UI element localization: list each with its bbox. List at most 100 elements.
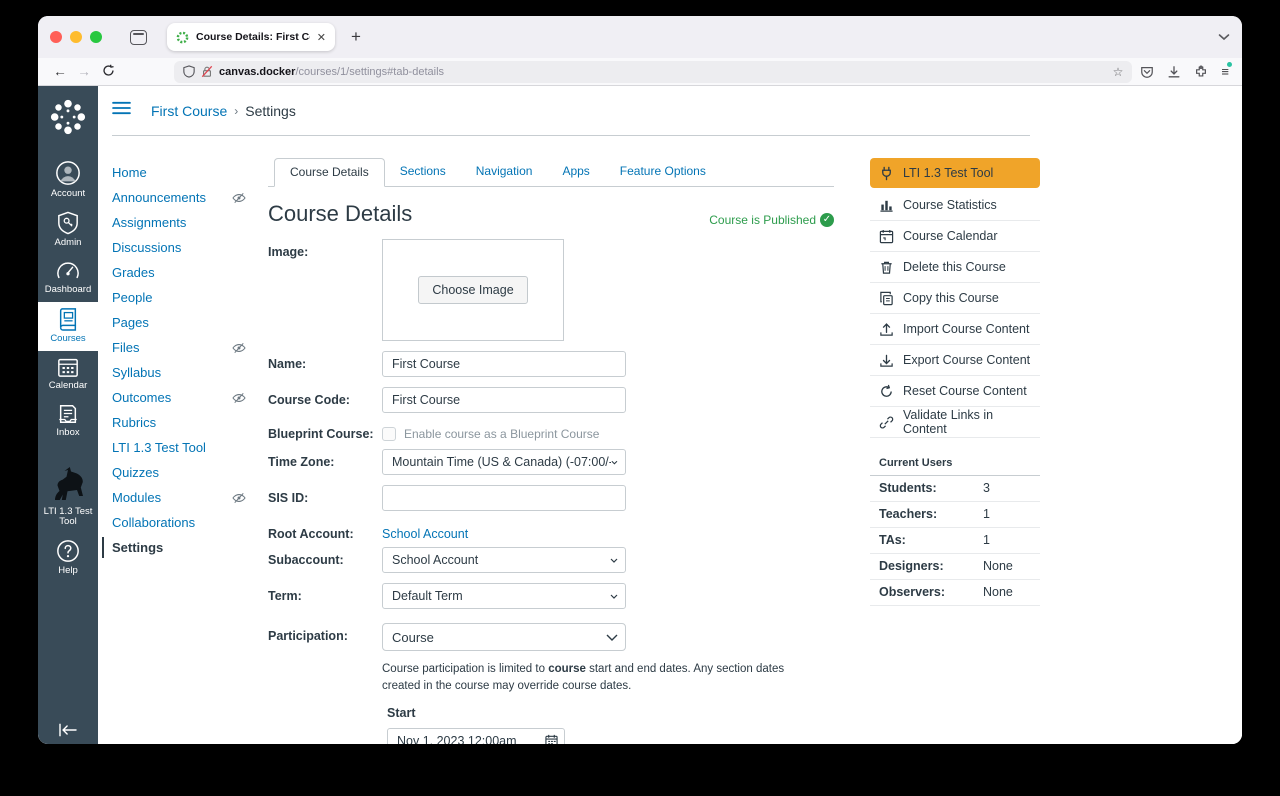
published-check-icon: ✓ (820, 213, 834, 227)
course-nav-modules[interactable]: Modules (112, 485, 264, 510)
pocket-icon[interactable] (1140, 65, 1154, 79)
sidebar-button-import-content[interactable]: Import Course Content (870, 314, 1040, 345)
calendar-icon[interactable] (545, 734, 558, 745)
term-select[interactable]: Default Term (382, 583, 626, 609)
reset-icon (879, 384, 894, 399)
hidden-eye-icon (232, 392, 246, 404)
sidebar-item-calendar[interactable]: Calendar (38, 351, 98, 398)
sidebar-button-lti-test-tool[interactable]: LTI 1.3 Test Tool (870, 158, 1040, 188)
window-controls (50, 31, 102, 43)
link-icon (879, 415, 894, 430)
collapse-global-nav-icon[interactable] (38, 722, 98, 738)
course-nav-pages[interactable]: Pages (112, 310, 264, 335)
sidebar-button-validate-links[interactable]: Validate Links in Content (870, 407, 1040, 438)
participation-row: Participation: Course Course participati… (268, 623, 834, 744)
breadcrumb-course-link[interactable]: First Course (151, 103, 227, 119)
minimize-window-button[interactable] (70, 31, 82, 43)
hidden-eye-icon (232, 492, 246, 504)
reload-button[interactable] (96, 64, 120, 80)
extensions-puzzle-icon[interactable] (1194, 65, 1208, 79)
sidebar-button-label: Import Course Content (903, 322, 1029, 336)
course-nav-hamburger-icon[interactable] (112, 101, 131, 120)
url-bar[interactable]: canvas.docker/courses/1/settings#tab-det… (174, 61, 1132, 83)
sidebar-item-label: Admin (55, 238, 82, 249)
sidebar-item-label: LTI 1.3 Test Tool (42, 507, 94, 529)
bookmark-star-icon[interactable]: ☆ (1113, 65, 1124, 79)
course-nav-quizzes[interactable]: Quizzes (112, 460, 264, 485)
published-label: Course is Published (709, 213, 816, 227)
course-nav-outcomes[interactable]: Outcomes (112, 385, 264, 410)
course-nav: Home Announcements Assignments Discussio… (112, 158, 264, 744)
tab-apps[interactable]: Apps (547, 158, 604, 186)
tab-navigation[interactable]: Navigation (461, 158, 548, 186)
name-input[interactable] (382, 351, 626, 377)
tab-sections[interactable]: Sections (385, 158, 461, 186)
app-menu-icon[interactable]: ≡ (1221, 64, 1228, 79)
url-domain: canvas.docker (219, 66, 295, 78)
course-nav-grades[interactable]: Grades (112, 260, 264, 285)
course-nav-lti-test-tool[interactable]: LTI 1.3 Test Tool (112, 435, 264, 460)
course-nav-home[interactable]: Home (112, 160, 264, 185)
sidebar-button-copy-course[interactable]: Copy this Course (870, 283, 1040, 314)
sidebar-button-export-content[interactable]: Export Course Content (870, 345, 1040, 376)
sidebar-item-account[interactable]: Account (38, 155, 98, 206)
current-users-row-tas: TAs: 1 (870, 528, 1040, 554)
sidebar-button-course-statistics[interactable]: Course Statistics (870, 190, 1040, 221)
sidebar-item-admin[interactable]: Admin (38, 206, 98, 255)
course-nav-people[interactable]: People (112, 285, 264, 310)
tracking-shield-icon[interactable] (183, 65, 195, 78)
root-account-link[interactable]: School Account (382, 521, 468, 541)
sidebar-button-delete-course[interactable]: Delete this Course (870, 252, 1040, 283)
back-button[interactable]: ← (48, 64, 72, 79)
insecure-lock-icon[interactable] (201, 65, 213, 78)
close-window-button[interactable] (50, 31, 62, 43)
zoom-window-button[interactable] (90, 31, 102, 43)
course-code-input[interactable] (382, 387, 626, 413)
inbox-icon (57, 403, 79, 425)
browser-tab-bar: Course Details: First Course ✕ + (38, 16, 1242, 58)
bar-chart-icon (879, 198, 894, 213)
canvas-logo-icon[interactable] (49, 98, 87, 141)
course-nav-announcements[interactable]: Announcements (112, 185, 264, 210)
sidebar-button-course-calendar[interactable]: Course Calendar (870, 221, 1040, 252)
tab-course-details[interactable]: Course Details (274, 158, 385, 187)
time-zone-label: Time Zone: (268, 449, 382, 475)
sidebar-item-courses[interactable]: Courses (38, 302, 98, 351)
sidebar-item-label: Calendar (49, 381, 88, 392)
downloads-icon[interactable] (1167, 65, 1181, 79)
list-tabs-chevron-icon[interactable] (1218, 28, 1230, 46)
time-zone-select[interactable]: Mountain Time (US & Canada) (-07:00/-06:… (382, 449, 626, 475)
sidebar-item-inbox[interactable]: Inbox (38, 398, 98, 445)
course-nav-syllabus[interactable]: Syllabus (112, 360, 264, 385)
tab-feature-options[interactable]: Feature Options (605, 158, 721, 186)
course-nav-assignments[interactable]: Assignments (112, 210, 264, 235)
sidebar-item-help[interactable]: Help (38, 534, 98, 583)
new-tab-button[interactable]: + (351, 27, 361, 47)
sidebar-button-reset-content[interactable]: Reset Course Content (870, 376, 1040, 407)
tab-overview-icon[interactable] (130, 30, 147, 45)
settings-sidebar: LTI 1.3 Test Tool Course Statistics Cour… (870, 158, 1040, 744)
sidebar-item-dashboard[interactable]: Dashboard (38, 255, 98, 302)
course-nav-settings[interactable]: Settings (112, 535, 264, 560)
sidebar-button-label: Reset Course Content (903, 384, 1027, 398)
subaccount-select[interactable]: School Account (382, 547, 626, 573)
tab-close-icon[interactable]: ✕ (317, 31, 326, 44)
browser-tab[interactable]: Course Details: First Course ✕ (167, 23, 335, 51)
forward-button[interactable]: → (72, 64, 96, 79)
course-nav-discussions[interactable]: Discussions (112, 235, 264, 260)
choose-image-button[interactable]: Choose Image (418, 276, 527, 304)
course-settings-page: First Course › Settings Home Announcemen… (98, 86, 1242, 744)
url-text: canvas.docker/courses/1/settings#tab-det… (219, 66, 1107, 78)
participation-select[interactable]: Course (382, 623, 626, 651)
blueprint-checkbox[interactable] (382, 427, 396, 441)
course-nav-files[interactable]: Files (112, 335, 264, 360)
participation-help-text: Course participation is limited to cours… (382, 661, 824, 696)
course-nav-collaborations[interactable]: Collaborations (112, 510, 264, 535)
sis-id-input[interactable] (382, 485, 626, 511)
course-nav-rubrics[interactable]: Rubrics (112, 410, 264, 435)
image-label: Image: (268, 239, 382, 341)
trash-icon (879, 260, 894, 275)
sidebar-button-label: LTI 1.3 Test Tool (903, 166, 993, 180)
sidebar-item-lti-test-tool[interactable]: LTI 1.3 Test Tool (38, 459, 98, 535)
start-date-input[interactable] (387, 728, 565, 745)
